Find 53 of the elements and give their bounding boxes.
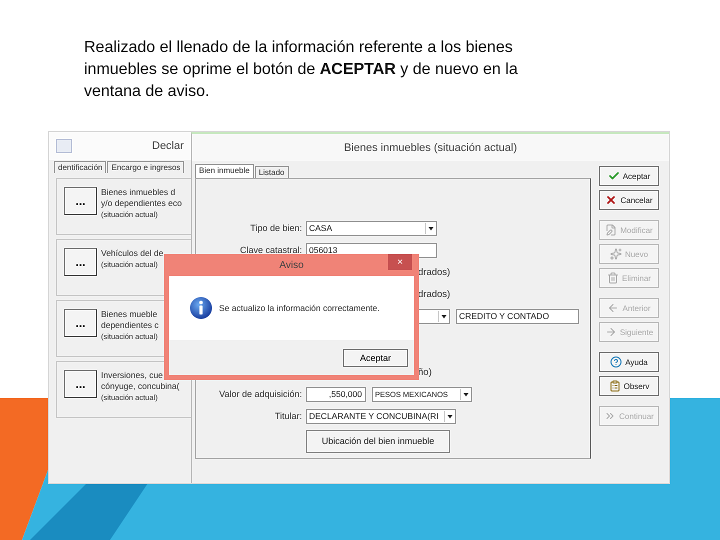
slide-caption: Realizado el llenado de la información referente a los bienes inmuebles se oprime el botón de ACEPTAR y de nuevo en la ventana de aviso.	[83, 38, 519, 102]
double-chevron-icon	[604, 410, 616, 422]
action-button[interactable]: Aceptar	[599, 166, 659, 186]
field-label: Tipo de bien:	[249, 223, 303, 233]
tab[interactable]: Listado	[254, 166, 288, 178]
window-title: Declar	[152, 140, 184, 152]
card-text: dependientes c	[101, 320, 159, 331]
close-button[interactable]: ×	[388, 254, 412, 270]
dropdown-field[interactable]: DECLARANTE Y CONCUBINA(RI	[306, 408, 456, 424]
open-button[interactable]: ...	[64, 370, 97, 398]
dropdown-arrow-icon[interactable]	[444, 410, 455, 422]
action-button[interactable]: Ayuda	[599, 352, 659, 372]
card-text: cónyuge, concubina(	[101, 381, 180, 392]
field-label: Clave catastral:	[238, 245, 303, 255]
cross-icon	[605, 194, 618, 206]
card-text: Bienes mueble	[101, 309, 158, 320]
check-icon	[608, 170, 620, 182]
input-field[interactable]: ,550,000	[306, 386, 366, 402]
field-label: drados)	[418, 266, 452, 278]
accept-button[interactable]: Aceptar	[343, 348, 408, 366]
info-icon	[189, 296, 213, 320]
input-field[interactable]: CREDITO Y CONTADO	[456, 308, 579, 324]
field-label: drados)	[418, 288, 452, 300]
right-arrow-icon	[604, 326, 617, 338]
card-text: Vehículos del de	[101, 248, 164, 259]
app-logo-icon	[56, 139, 72, 153]
open-button[interactable]: ...	[64, 309, 97, 337]
action-button[interactable]: Observ	[599, 376, 659, 396]
tab[interactable]: Encargo e ingresos	[107, 161, 184, 173]
help-icon	[610, 356, 622, 368]
window-title: Bienes inmuebles (situación actual)	[192, 134, 669, 161]
left-arrow-icon	[607, 302, 620, 314]
edit-icon	[605, 224, 618, 236]
tab[interactable]: Bien inmueble	[195, 164, 254, 178]
field-label: Valor de adquisición:	[218, 389, 303, 399]
dropdown-field[interactable]: CASA	[306, 220, 437, 236]
field-label: Titular:	[274, 411, 303, 421]
dropdown-arrow-icon[interactable]	[460, 388, 471, 400]
dropdown-arrow-icon[interactable]	[425, 222, 436, 234]
action-button[interactable]: Cancelar	[599, 190, 659, 210]
open-button[interactable]: ...	[64, 248, 97, 276]
location-button[interactable]: Ubicación del bien inmueble	[306, 430, 450, 452]
card-text: Inversiones, cue	[101, 370, 164, 381]
card-text: y/o dependientes eco	[101, 198, 182, 209]
open-button[interactable]: ...	[64, 187, 97, 215]
clipboard-icon	[608, 380, 621, 392]
dialog-title: Aviso	[279, 260, 304, 270]
dialog-message: Se actualizo la información correctamente.	[219, 303, 380, 313]
tab[interactable]: dentificación	[54, 161, 106, 173]
card-text: Bienes inmuebles d	[101, 187, 176, 198]
trash-icon	[607, 272, 620, 284]
dropdown-arrow-icon[interactable]	[438, 310, 449, 322]
sparkle-icon	[610, 248, 622, 260]
